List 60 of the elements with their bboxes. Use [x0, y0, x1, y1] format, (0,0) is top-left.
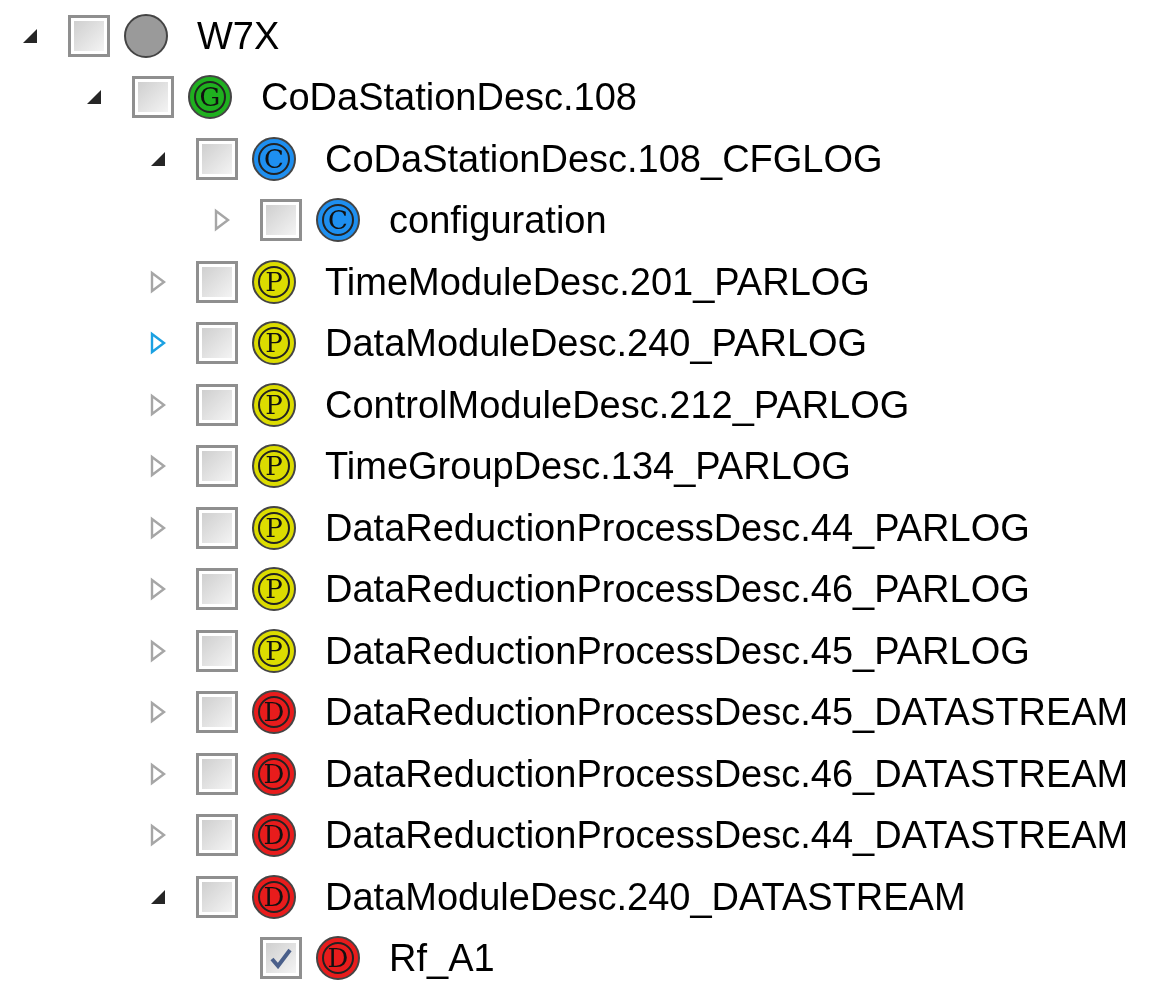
checkbox[interactable] [68, 14, 110, 57]
type-badge: C [316, 198, 360, 243]
collapsed-arrow-icon[interactable] [149, 761, 167, 786]
checkbox[interactable] [196, 322, 238, 365]
expanded-arrow-icon[interactable] [85, 88, 103, 107]
type-badge: P [252, 259, 296, 304]
collapsed-arrow-icon[interactable] [149, 638, 167, 663]
checkbox[interactable] [132, 76, 174, 119]
checkbox[interactable] [196, 445, 238, 488]
checkbox[interactable] [196, 260, 238, 303]
collapsed-arrow-icon[interactable] [149, 392, 167, 417]
node-label[interactable]: Rf_A1 [389, 939, 495, 978]
node-label[interactable]: W7X [197, 16, 280, 55]
type-badge: P [252, 382, 296, 427]
node-label[interactable]: configuration [389, 201, 607, 240]
node-label[interactable]: DataReductionProcessDesc.45_DATASTREAM [325, 693, 1129, 732]
type-badge: D [252, 690, 296, 735]
collapsed-arrow-icon[interactable] [149, 823, 167, 848]
checkbox[interactable] [196, 691, 238, 734]
type-badge: G [188, 75, 232, 120]
node-label[interactable]: DataModuleDesc.240_PARLOG [325, 324, 868, 363]
checkmark-icon [269, 947, 293, 970]
node-label[interactable]: DataReductionProcessDesc.44_DATASTREAM [325, 816, 1129, 855]
node-label[interactable]: CoDaStationDesc.108_CFGLOG [325, 139, 883, 178]
checkbox[interactable] [196, 875, 238, 918]
type-badge: P [252, 505, 296, 550]
checkbox[interactable] [260, 937, 302, 980]
node-label[interactable]: TimeGroupDesc.134_PARLOG [325, 447, 851, 486]
checkbox[interactable] [196, 752, 238, 795]
collapsed-arrow-icon[interactable] [149, 515, 167, 540]
collapsed-arrow-icon[interactable] [149, 577, 167, 602]
type-badge: D [252, 874, 296, 919]
node-label[interactable]: ControlModuleDesc.212_PARLOG [325, 385, 910, 424]
checkbox[interactable] [196, 506, 238, 549]
checkbox[interactable] [196, 629, 238, 672]
checkbox[interactable] [196, 137, 238, 180]
type-badge: C [252, 136, 296, 181]
node-label[interactable]: CoDaStationDesc.108 [261, 78, 637, 117]
type-badge: D [316, 936, 360, 981]
node-label[interactable]: TimeModuleDesc.201_PARLOG [325, 262, 870, 301]
collapsed-arrow-icon[interactable] [149, 269, 167, 294]
node-label[interactable]: DataReductionProcessDesc.46_DATASTREAM [325, 754, 1129, 793]
checkbox[interactable] [196, 814, 238, 857]
collapsed-arrow-icon[interactable] [149, 331, 167, 356]
type-badge: D [252, 813, 296, 858]
collapsed-arrow-icon[interactable] [149, 700, 167, 725]
collapsed-arrow-icon[interactable] [213, 208, 231, 233]
checkbox[interactable] [260, 199, 302, 242]
collapsed-arrow-icon[interactable] [149, 454, 167, 479]
type-badge: P [252, 321, 296, 366]
type-badge: D [252, 751, 296, 796]
type-badge: P [252, 628, 296, 673]
checkbox[interactable] [196, 568, 238, 611]
checkbox[interactable] [196, 383, 238, 426]
node-label[interactable]: DataReductionProcessDesc.45_PARLOG [325, 631, 1030, 670]
node-label[interactable]: DataModuleDesc.240_DATASTREAM [325, 877, 966, 916]
node-label[interactable]: DataReductionProcessDesc.44_PARLOG [325, 508, 1030, 547]
node-label[interactable]: DataReductionProcessDesc.46_PARLOG [325, 570, 1030, 609]
type-badge: P [252, 444, 296, 489]
type-badge: P [252, 567, 296, 612]
